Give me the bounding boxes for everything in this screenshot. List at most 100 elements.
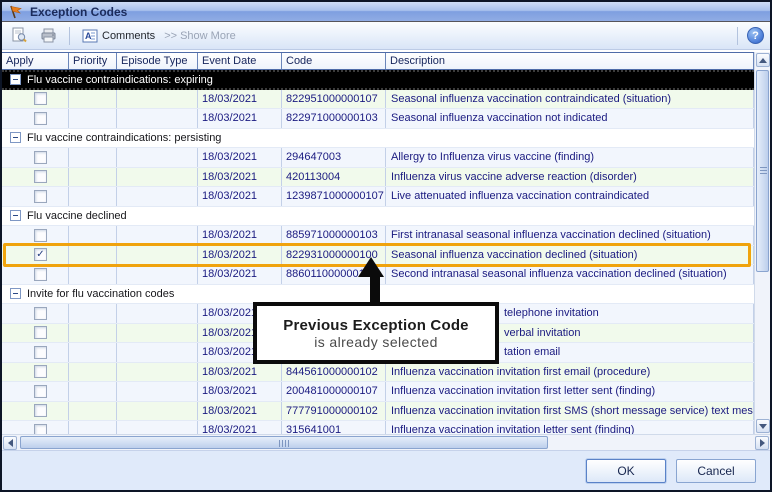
apply-checkbox[interactable] bbox=[34, 151, 47, 164]
collapse-minus-icon[interactable] bbox=[10, 210, 21, 221]
cell-apply bbox=[2, 402, 69, 421]
cell-date: 18/03/2021 bbox=[198, 382, 282, 401]
table-row[interactable]: 18/03/2021 777791000000102 Influenza vac… bbox=[2, 402, 754, 422]
group-header-row[interactable]: Flu vaccine declined bbox=[2, 207, 754, 227]
cell-apply bbox=[2, 265, 69, 284]
horizontal-scrollbar[interactable] bbox=[2, 434, 770, 450]
toolbar: A Comments >> Show More ? bbox=[2, 22, 770, 50]
scroll-right-button[interactable] bbox=[755, 436, 769, 450]
ok-button[interactable]: OK bbox=[586, 459, 666, 483]
cell-date: 18/03/2021 bbox=[198, 168, 282, 187]
apply-checkbox[interactable] bbox=[34, 346, 47, 359]
apply-checkbox[interactable] bbox=[34, 307, 47, 320]
cell-apply bbox=[2, 343, 69, 362]
cell-episode-type bbox=[117, 187, 198, 206]
group-header-row[interactable]: Flu vaccine contraindications: expiring bbox=[2, 70, 754, 90]
cell-episode-type bbox=[117, 402, 198, 421]
annotation-callout: Previous Exception Code is already selec… bbox=[253, 302, 499, 364]
table-row[interactable]: 18/03/2021 844561000000102 Influenza vac… bbox=[2, 363, 754, 383]
titlebar: Exception Codes bbox=[2, 2, 770, 22]
apply-checkbox[interactable] bbox=[34, 326, 47, 339]
cell-code: 200481000000107 bbox=[282, 382, 386, 401]
cell-desc: Influenza vaccination invitation letter … bbox=[386, 421, 754, 434]
help-icon[interactable]: ? bbox=[747, 27, 764, 44]
vertical-scroll-thumb[interactable] bbox=[756, 70, 769, 272]
cell-date: 18/03/2021 bbox=[198, 148, 282, 167]
cancel-button[interactable]: Cancel bbox=[676, 459, 756, 483]
print-icon bbox=[40, 28, 57, 43]
table-row[interactable]: 18/03/2021 420113004 Influenza virus vac… bbox=[2, 168, 754, 188]
vertical-scrollbar[interactable] bbox=[754, 52, 770, 434]
group-label: Flu vaccine contraindications: expiring bbox=[27, 74, 213, 86]
cell-code: 294647003 bbox=[282, 148, 386, 167]
cell-episode-type bbox=[117, 90, 198, 109]
col-priority[interactable]: Priority bbox=[69, 53, 117, 69]
group-label: Flu vaccine contraindications: persistin… bbox=[27, 132, 221, 144]
cell-priority bbox=[69, 363, 117, 382]
cell-desc: Seasonal influenza vaccination not indic… bbox=[386, 109, 754, 128]
cell-episode-type bbox=[117, 168, 198, 187]
cell-apply bbox=[2, 187, 69, 206]
col-description[interactable]: Description bbox=[386, 53, 754, 69]
cell-apply bbox=[2, 324, 69, 343]
cell-code: 885971000000103 bbox=[282, 226, 386, 245]
cell-desc: Influenza vaccination invitation first S… bbox=[386, 402, 754, 421]
comments-label: Comments bbox=[102, 30, 155, 42]
table-row[interactable]: 18/03/2021 200481000000107 Influenza vac… bbox=[2, 382, 754, 402]
show-more-link[interactable]: >> Show More bbox=[164, 30, 236, 42]
comments-button[interactable]: A Comments bbox=[79, 27, 158, 45]
apply-checkbox[interactable] bbox=[34, 385, 47, 398]
apply-checkbox[interactable] bbox=[34, 229, 47, 242]
apply-checkbox[interactable] bbox=[34, 365, 47, 378]
col-code[interactable]: Code bbox=[282, 53, 386, 69]
cell-code: 777791000000102 bbox=[282, 402, 386, 421]
cell-desc: Seasonal influenza vaccination contraind… bbox=[386, 90, 754, 109]
cell-code: 822971000000103 bbox=[282, 109, 386, 128]
col-event-date[interactable]: Event Date bbox=[198, 53, 282, 69]
collapse-minus-icon[interactable] bbox=[10, 132, 21, 143]
cell-date: 18/03/2021 bbox=[198, 90, 282, 109]
apply-checkbox[interactable] bbox=[34, 190, 47, 203]
table-row[interactable]: 18/03/2021 822951000000107 Seasonal infl… bbox=[2, 90, 754, 110]
apply-checkbox[interactable] bbox=[34, 404, 47, 417]
cell-priority bbox=[69, 421, 117, 434]
cell-code: 822951000000107 bbox=[282, 90, 386, 109]
cell-desc: Allergy to Influenza virus vaccine (find… bbox=[386, 148, 754, 167]
scroll-down-button[interactable] bbox=[756, 419, 770, 433]
cell-desc: Influenza vaccination invitation first l… bbox=[386, 382, 754, 401]
cell-priority bbox=[69, 343, 117, 362]
scroll-left-button[interactable] bbox=[3, 436, 17, 450]
print-preview-button[interactable] bbox=[8, 25, 31, 46]
apply-checkbox[interactable] bbox=[34, 424, 47, 434]
cell-apply bbox=[2, 168, 69, 187]
table-row[interactable]: 18/03/2021 1239871000000107 Live attenua… bbox=[2, 187, 754, 207]
group-label: Invite for flu vaccination codes bbox=[27, 288, 174, 300]
table-row[interactable]: 18/03/2021 315641001 Influenza vaccinati… bbox=[2, 421, 754, 434]
scroll-up-button[interactable] bbox=[756, 53, 770, 67]
cell-apply bbox=[2, 90, 69, 109]
col-episode-type[interactable]: Episode Type bbox=[117, 53, 198, 69]
dialog-footer: OK Cancel bbox=[2, 450, 770, 490]
cell-code: 420113004 bbox=[282, 168, 386, 187]
collapse-minus-icon[interactable] bbox=[10, 288, 21, 299]
table-row[interactable]: 18/03/2021 294647003 Allergy to Influenz… bbox=[2, 148, 754, 168]
cell-date: 18/03/2021 bbox=[198, 187, 282, 206]
cell-priority bbox=[69, 168, 117, 187]
apply-checkbox[interactable]: ✓ bbox=[34, 248, 47, 261]
apply-checkbox[interactable] bbox=[34, 268, 47, 281]
cell-code: 315641001 bbox=[282, 421, 386, 434]
col-apply[interactable]: Apply bbox=[2, 53, 69, 69]
horizontal-scroll-thumb[interactable] bbox=[20, 436, 548, 449]
group-header-row[interactable]: Flu vaccine contraindications: persistin… bbox=[2, 129, 754, 149]
print-button[interactable] bbox=[37, 26, 60, 45]
apply-checkbox[interactable] bbox=[34, 112, 47, 125]
cell-episode-type bbox=[117, 246, 198, 265]
cell-priority bbox=[69, 109, 117, 128]
cell-priority bbox=[69, 187, 117, 206]
cell-date: 18/03/2021 bbox=[198, 363, 282, 382]
apply-checkbox[interactable] bbox=[34, 170, 47, 183]
apply-checkbox[interactable] bbox=[34, 92, 47, 105]
table-row[interactable]: 18/03/2021 885971000000103 First intrana… bbox=[2, 226, 754, 246]
collapse-minus-icon[interactable] bbox=[10, 74, 21, 85]
table-row[interactable]: 18/03/2021 822971000000103 Seasonal infl… bbox=[2, 109, 754, 129]
